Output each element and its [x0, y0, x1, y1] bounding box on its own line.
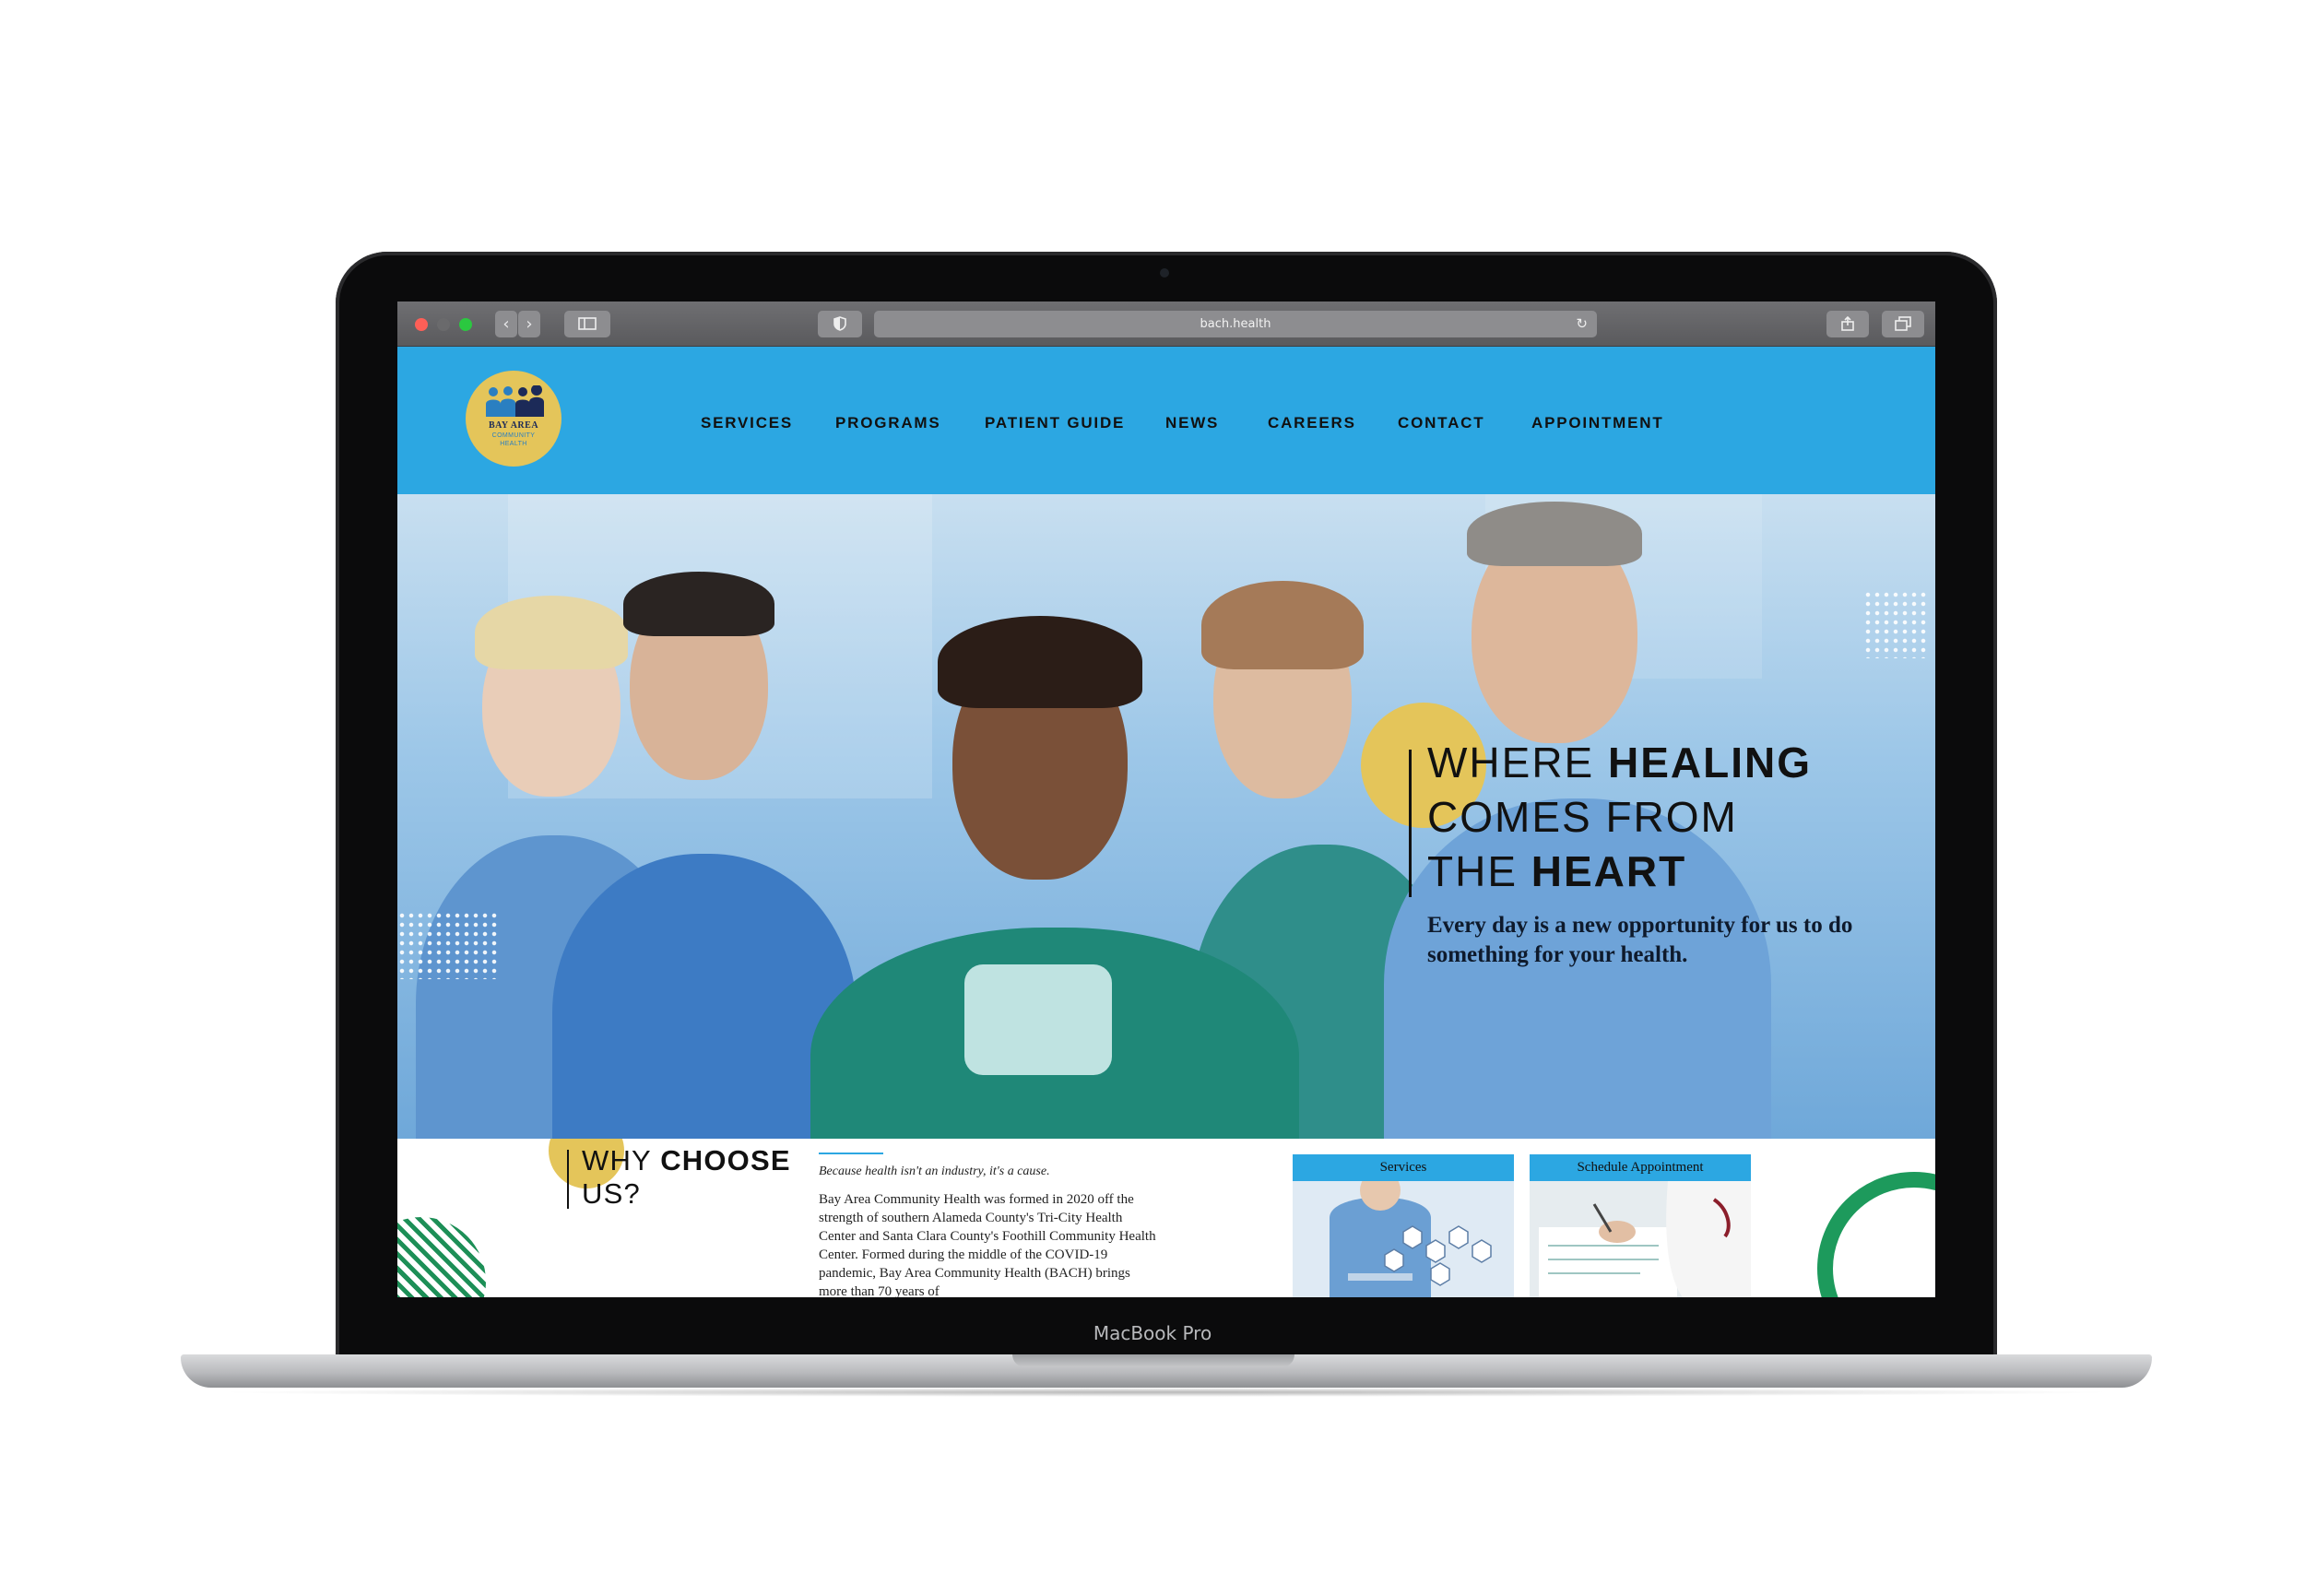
- why-body-text: Bay Area Community Health was formed in …: [819, 1192, 1156, 1297]
- hero-title-line3: THE HEART: [1427, 846, 1686, 896]
- laptop-notch: [1012, 1354, 1294, 1367]
- hero-dot-pattern-right: [1863, 590, 1928, 658]
- minimize-window-button[interactable]: [437, 318, 450, 331]
- why-title-line1: WHY CHOOSE: [582, 1144, 791, 1177]
- share-icon: [1841, 315, 1854, 331]
- tabs-button[interactable]: [1882, 311, 1924, 337]
- share-button[interactable]: [1826, 311, 1869, 337]
- schedule-card-label: Schedule Appointment: [1530, 1154, 1751, 1181]
- why-title-choose: CHOOSE: [660, 1144, 791, 1176]
- forward-button[interactable]: ›: [518, 311, 540, 337]
- schedule-appointment-card[interactable]: Schedule Appointment: [1530, 1154, 1751, 1297]
- hero-title-heart: HEART: [1531, 847, 1687, 895]
- hero-title-healing: HEALING: [1608, 739, 1812, 786]
- section-rule: [819, 1153, 883, 1154]
- hero-title-line2: COMES FROM: [1427, 793, 1738, 841]
- laptop-shadow: [212, 1388, 2121, 1397]
- hero-dot-pattern-left: [397, 911, 499, 979]
- zoom-window-button[interactable]: [459, 318, 472, 331]
- back-button[interactable]: ‹: [495, 311, 517, 337]
- browser-toolbar: ‹ › bach.health ↻: [397, 301, 1935, 347]
- sidebar-button[interactable]: [564, 311, 610, 337]
- green-ring-decoration: [1817, 1172, 1935, 1297]
- services-card[interactable]: Services: [1293, 1154, 1514, 1297]
- address-bar[interactable]: bach.health ↻: [874, 311, 1597, 337]
- screen: ‹ › bach.health ↻ BAY AREA COMMUNITY HEA…: [397, 301, 1935, 1297]
- hero-subtitle: Every day is a new opportunity for us to…: [1427, 913, 1853, 967]
- nav-careers[interactable]: CAREERS: [1268, 414, 1356, 432]
- services-card-label: Services: [1293, 1154, 1514, 1181]
- sidebar-icon: [578, 317, 597, 330]
- hero-title-the: THE: [1427, 847, 1531, 895]
- tabs-icon: [1895, 316, 1911, 331]
- hero-accent-bar: [1409, 750, 1412, 897]
- close-window-button[interactable]: [415, 318, 428, 331]
- logo-subtitle: COMMUNITY HEALTH: [466, 432, 561, 448]
- why-accent-bar: [567, 1150, 569, 1209]
- site-logo[interactable]: BAY AREA COMMUNITY HEALTH: [466, 371, 561, 467]
- privacy-button[interactable]: [818, 311, 862, 337]
- why-choose-section: WHY CHOOSE US? Because health isn't an i…: [397, 1139, 1935, 1297]
- back-icon: ‹: [502, 314, 510, 334]
- hero-title-where: WHERE: [1427, 739, 1608, 786]
- forward-icon: ›: [526, 314, 533, 334]
- nav-news[interactable]: NEWS: [1165, 414, 1219, 432]
- schedule-card-image: [1530, 1181, 1751, 1297]
- logo-line-community: COMMUNITY: [491, 432, 536, 439]
- services-card-image: [1293, 1181, 1514, 1297]
- nav-contact[interactable]: CONTACT: [1398, 414, 1484, 432]
- hero-title-line1: WHERE HEALING: [1427, 738, 1812, 787]
- striped-circle-decoration: [397, 1217, 486, 1297]
- site-header: BAY AREA COMMUNITY HEALTH SERVICES PROGR…: [397, 347, 1935, 494]
- nav-patient-guide[interactable]: PATIENT GUIDE: [985, 414, 1125, 432]
- device-label: MacBook Pro: [1093, 1322, 1212, 1344]
- shield-icon: [833, 316, 846, 331]
- why-title-line2: US?: [582, 1177, 641, 1210]
- why-title-why: WHY: [582, 1144, 661, 1176]
- people-icon: [486, 385, 544, 417]
- why-tagline: Because health isn't an industry, it's a…: [819, 1164, 1050, 1178]
- nav-services[interactable]: SERVICES: [701, 414, 793, 432]
- nav-appointment[interactable]: APPOINTMENT: [1531, 414, 1664, 432]
- logo-name: BAY AREA: [488, 420, 539, 431]
- logo-line-health: HEALTH: [500, 441, 527, 447]
- reload-icon[interactable]: ↻: [1576, 311, 1588, 337]
- nav-programs[interactable]: PROGRAMS: [835, 414, 941, 432]
- hero-banner: WHERE HEALING COMES FROM THE HEART Every…: [397, 494, 1935, 1139]
- camera-icon: [1160, 268, 1169, 278]
- url-text: bach.health: [1200, 317, 1271, 331]
